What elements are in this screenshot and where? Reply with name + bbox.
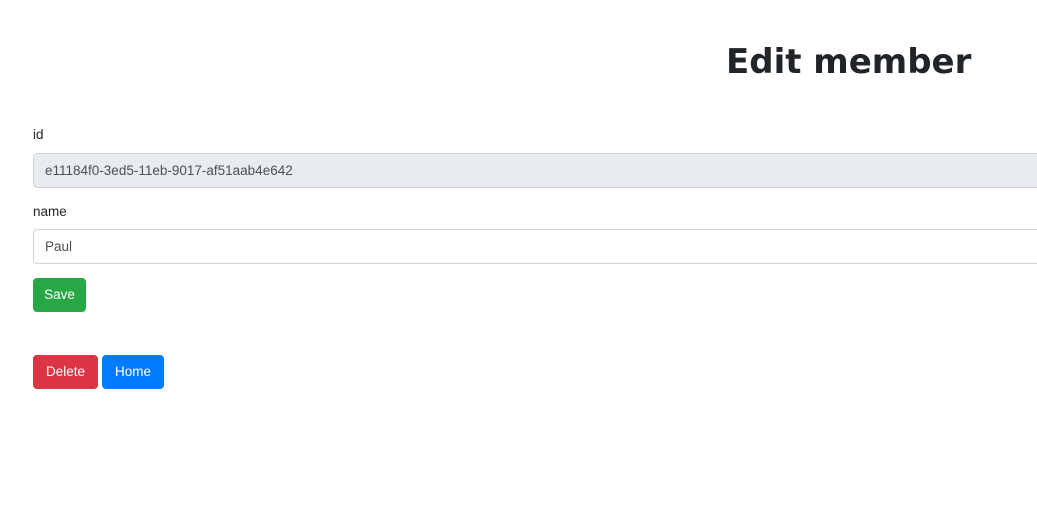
id-label: id [33,127,44,142]
delete-button[interactable]: Delete [33,355,98,389]
id-field[interactable] [33,153,1037,188]
page-title: Edit member [726,42,972,82]
home-button[interactable]: Home [102,355,164,389]
save-button[interactable]: Save [33,278,86,312]
name-label: name [33,204,67,219]
name-field[interactable] [33,229,1037,264]
